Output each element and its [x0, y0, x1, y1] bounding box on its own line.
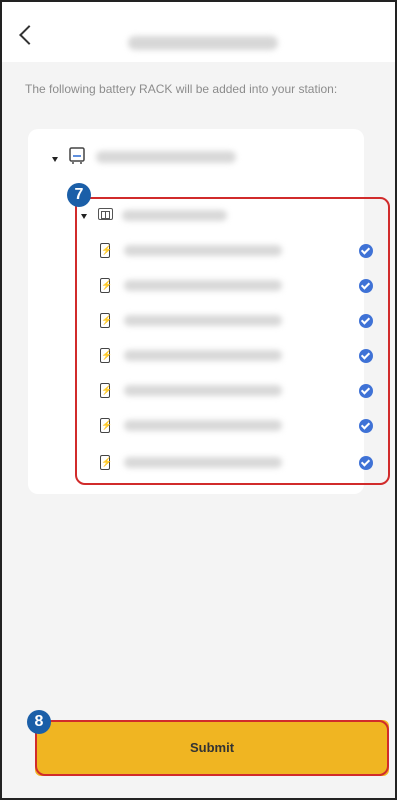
station-name-redacted: [96, 151, 236, 163]
top-bar: [2, 2, 395, 62]
rack-highlight-frame: [75, 197, 390, 485]
submit-highlight-frame: [35, 720, 389, 776]
page-title-redacted: [128, 36, 278, 50]
app-screen: The following battery RACK will be added…: [0, 0, 397, 800]
instruction-text: The following battery RACK will be added…: [25, 82, 338, 96]
station-icon: [69, 147, 85, 164]
chevron-left-icon[interactable]: [19, 25, 39, 45]
step-marker-7: 7: [67, 183, 91, 207]
step-marker-8: 8: [27, 710, 51, 734]
expand-arrow-icon[interactable]: [52, 157, 58, 162]
